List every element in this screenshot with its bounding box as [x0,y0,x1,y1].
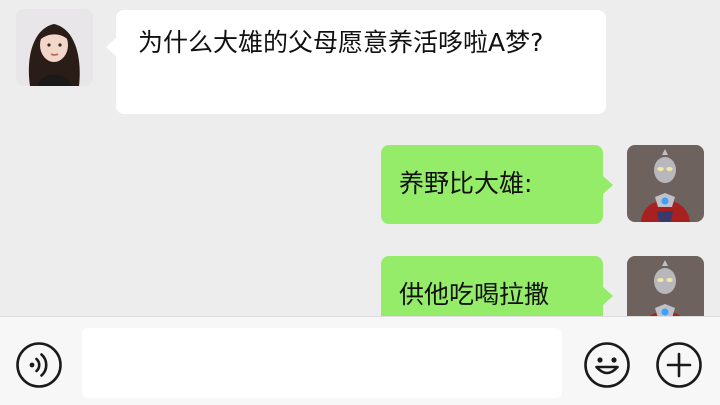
plus-icon [656,342,702,388]
woman-portrait-avatar-image [16,9,93,86]
contact-avatar[interactable] [16,9,93,86]
voice-button[interactable] [15,341,63,389]
message-text: 养野比大雄: [399,169,533,198]
message-text: 为什么大雄的父母愿意养活哆啦A梦? [138,28,544,57]
input-bar [0,316,720,405]
chat-area: 为什么大雄的父母愿意养活哆啦A梦? 养野比大雄: 供他吃喝拉撒 [0,0,720,316]
outgoing-bubble-tail [603,287,613,305]
outgoing-message-bubble[interactable]: 供他吃喝拉撒 [381,256,603,316]
emoji-icon [584,342,630,388]
ultraman-avatar-image [627,145,704,222]
message-input[interactable] [82,328,562,398]
ultraman-avatar-image [627,256,704,316]
message-text: 供他吃喝拉撒 [399,280,550,309]
more-button[interactable] [655,341,703,389]
incoming-message-bubble[interactable]: 为什么大雄的父母愿意养活哆啦A梦? [116,10,606,114]
voice-icon [16,342,62,388]
incoming-bubble-tail [106,38,116,56]
emoji-button[interactable] [583,341,631,389]
my-avatar[interactable] [627,256,704,316]
my-avatar[interactable] [627,145,704,222]
outgoing-message-bubble[interactable]: 养野比大雄: [381,145,603,224]
outgoing-bubble-tail [603,176,613,194]
